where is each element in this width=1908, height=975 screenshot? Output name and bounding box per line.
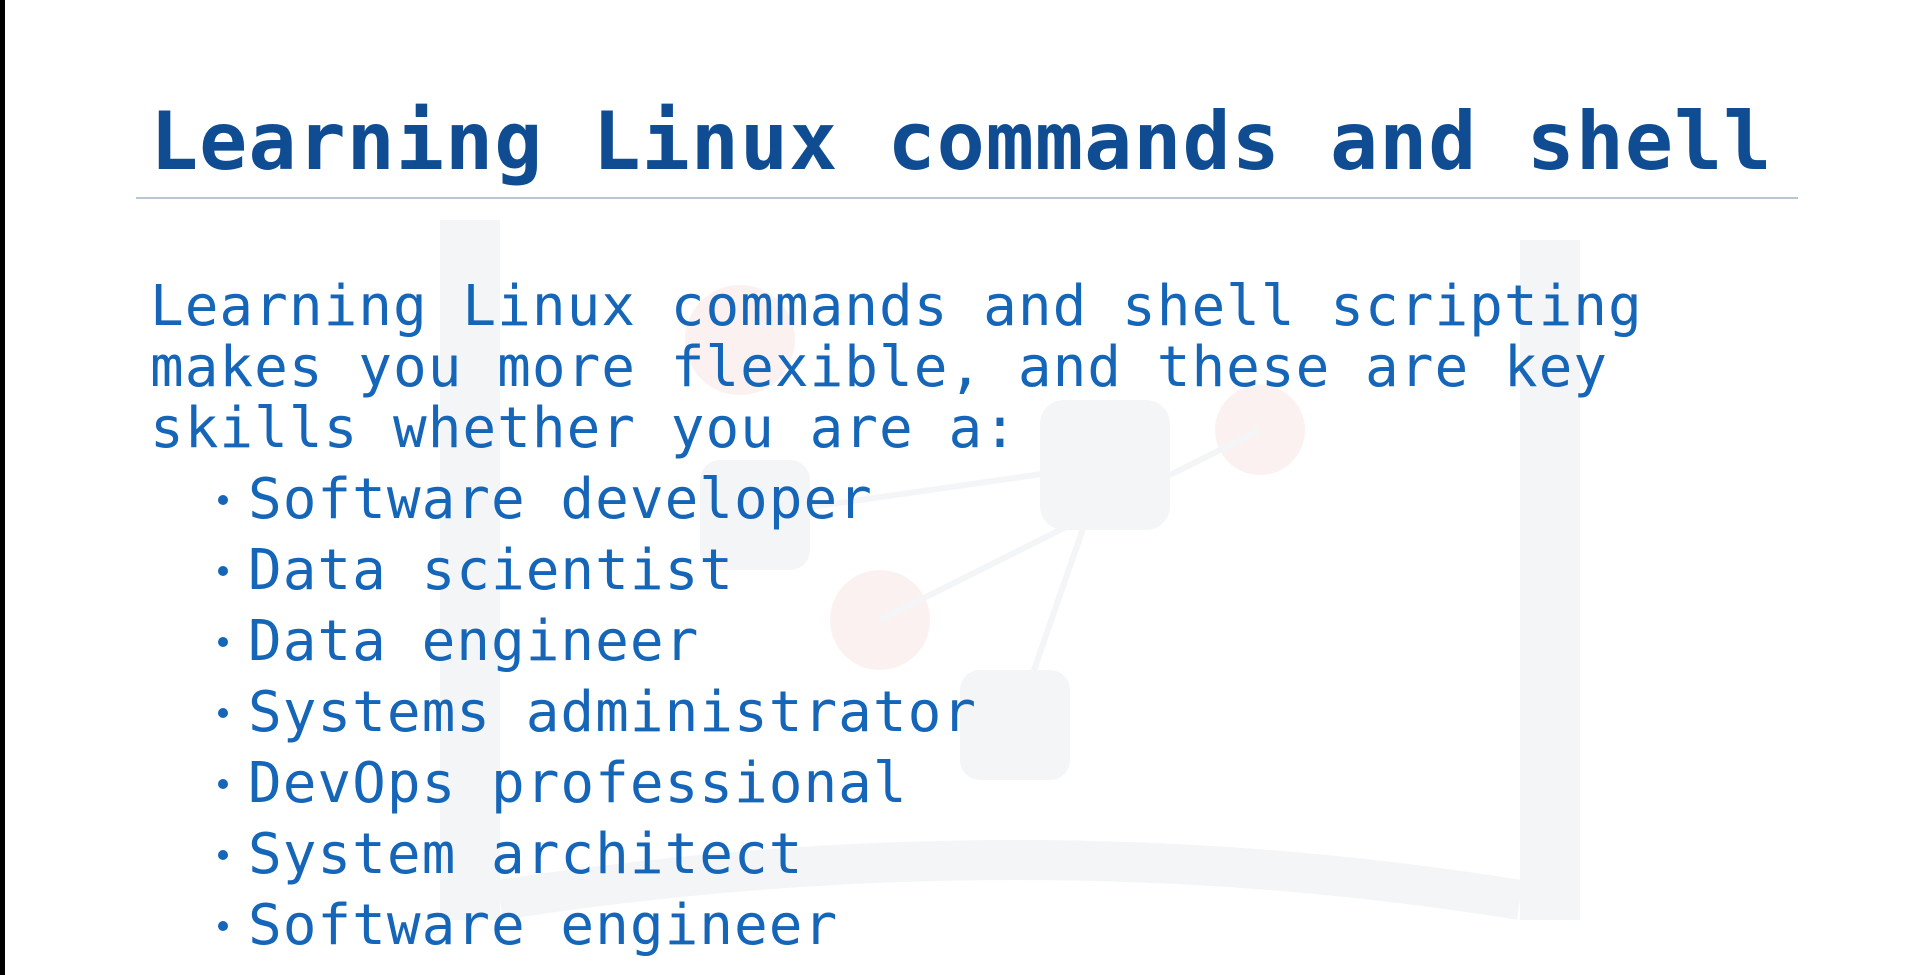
list-item: Software developer <box>218 464 977 535</box>
list-item: DevOps professional <box>218 748 977 819</box>
left-edge-bar <box>0 0 5 975</box>
list-item-label: Data scientist <box>248 538 735 603</box>
list-item: System architect <box>218 819 977 890</box>
slide-title: Learning Linux commands and shell <box>150 95 1773 188</box>
bullet-icon <box>218 778 228 789</box>
bullet-icon <box>218 636 228 647</box>
bullet-icon <box>218 707 228 718</box>
list-item-label: Data engineer <box>248 609 700 674</box>
list-item-label: System architect <box>248 822 804 887</box>
list-item-label: Software engineer <box>248 893 839 958</box>
list-item-label: Systems administrator <box>248 680 978 745</box>
intro-paragraph: Learning Linux commands and shell script… <box>150 274 1643 461</box>
list-item-label: DevOps professional <box>248 751 908 816</box>
bullet-icon <box>218 565 228 576</box>
list-item: Data engineer <box>218 606 977 677</box>
role-list: Software developer Data scientist Data e… <box>218 464 977 961</box>
list-item-label: Software developer <box>248 467 873 532</box>
list-item: Data scientist <box>218 535 977 606</box>
bullet-icon <box>218 494 228 505</box>
bullet-icon <box>218 920 228 931</box>
bullet-icon <box>218 849 228 860</box>
title-divider <box>136 197 1798 199</box>
list-item: Systems administrator <box>218 677 977 748</box>
slide: Learning Linux commands and shell Learni… <box>0 0 1908 975</box>
list-item: Software engineer <box>218 890 977 961</box>
